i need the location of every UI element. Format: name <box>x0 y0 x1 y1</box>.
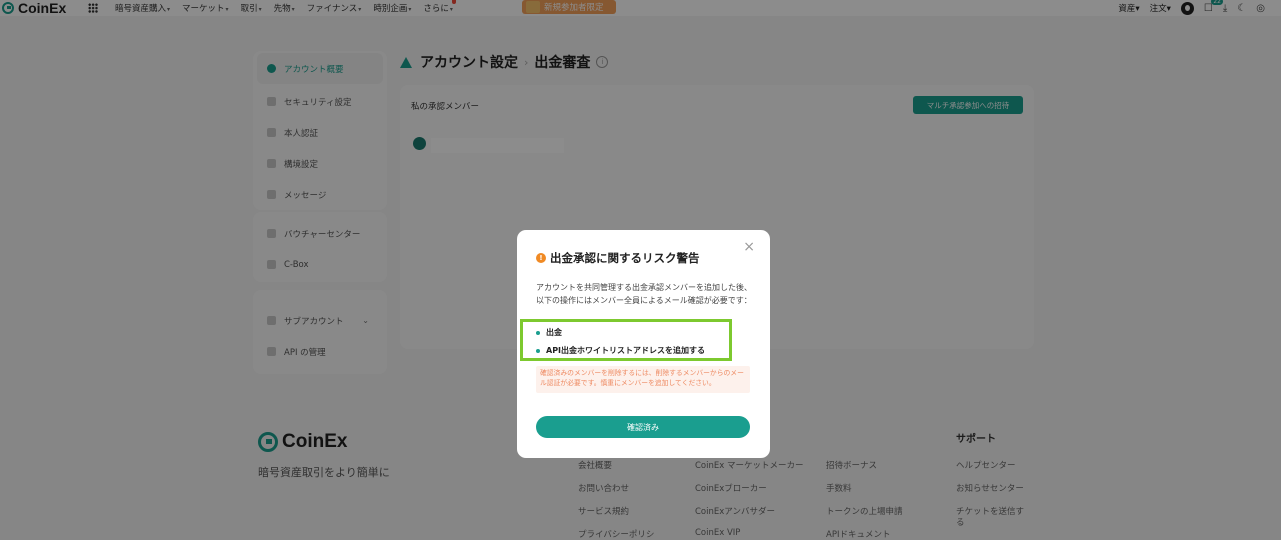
bullet-dot <box>536 330 540 335</box>
bullet-api-whitelist: API出金ホワイトリストアドレスを追加する <box>536 345 705 356</box>
modal-title: ! 出金承認に関するリスク警告 <box>536 250 700 266</box>
bullet-dot <box>536 348 540 353</box>
close-icon[interactable]: × <box>743 239 755 255</box>
risk-warning-modal: × ! 出金承認に関するリスク警告 アカウントを共同管理する出金承認メンバーを追… <box>517 230 770 458</box>
warning-note: 確認済みのメンバーを削除するには、削除するメンバーからのメール認証が必要です。慎… <box>536 366 750 393</box>
confirm-button[interactable]: 確認済み <box>536 416 750 438</box>
bullet-withdrawal: 出金 <box>536 327 562 338</box>
modal-body-text: アカウントを共同管理する出金承認メンバーを追加した後、以下の操作にはメンバー全員… <box>536 283 752 305</box>
warning-icon: ! <box>536 253 546 263</box>
